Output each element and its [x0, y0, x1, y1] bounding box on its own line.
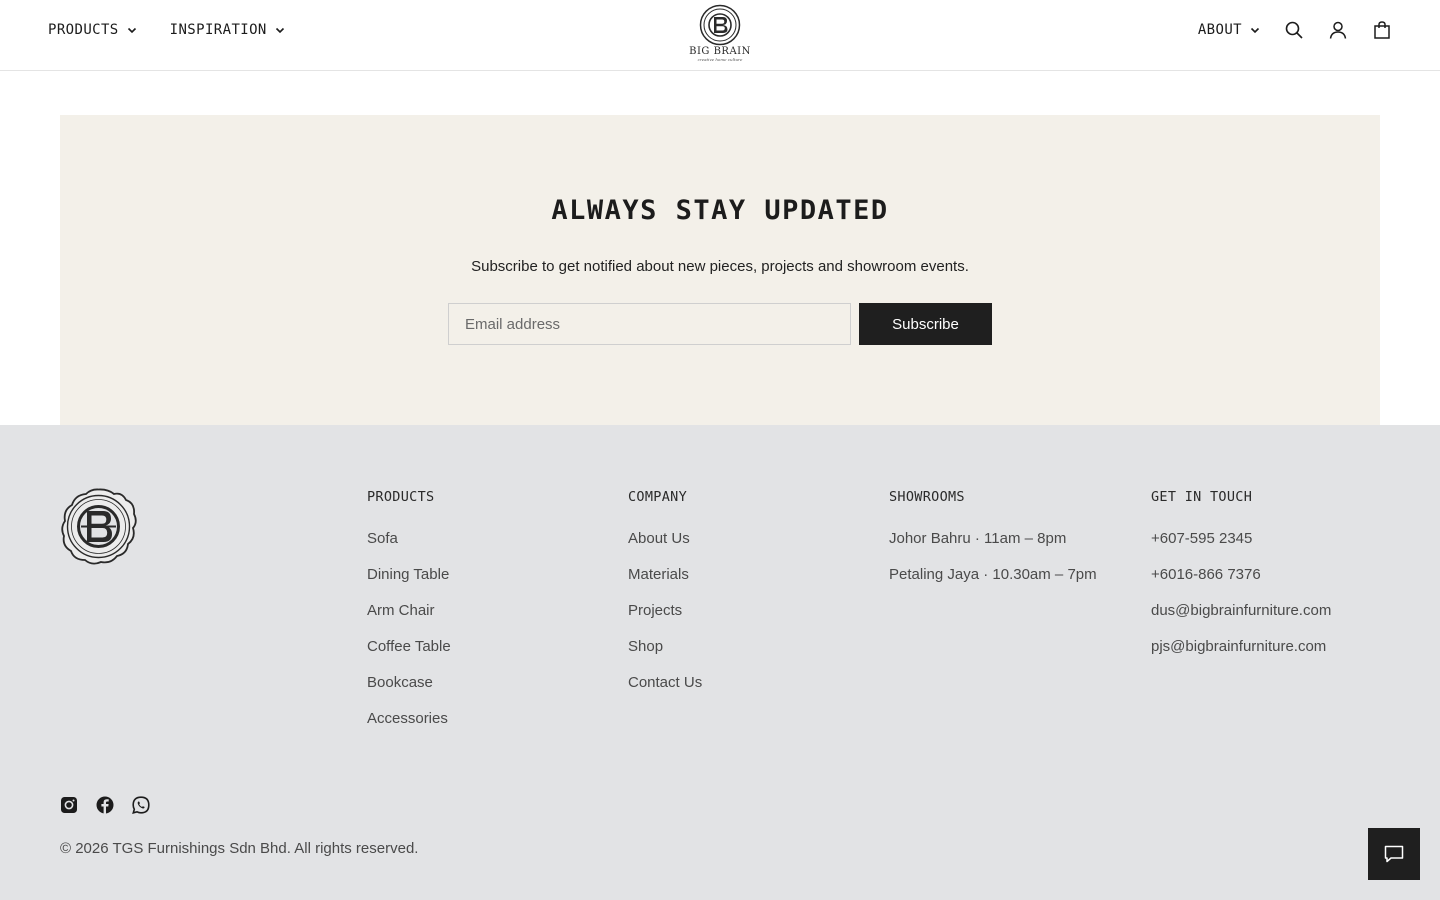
account-icon[interactable] [1328, 20, 1348, 40]
footer-column-company: COMPANY About Us Materials Projects Shop… [628, 489, 702, 711]
footer-link[interactable]: Projects [628, 602, 682, 619]
site-footer: PRODUCTS Sofa Dining Table Arm Chair Cof… [0, 425, 1440, 900]
logo-wordmark: BIG BRAIN [689, 46, 751, 57]
primary-nav: PRODUCTS INSPIRATION [48, 22, 285, 38]
footer-link[interactable]: Bookcase [367, 674, 433, 691]
chat-icon [1384, 845, 1404, 863]
footer-link[interactable]: Coffee Table [367, 638, 451, 655]
chevron-down-icon [127, 27, 136, 34]
facebook-icon[interactable] [96, 796, 114, 814]
social-links [60, 796, 150, 814]
showroom-hours: Johor Bahru · 11am – 8pm [889, 530, 1067, 547]
footer-logo-icon[interactable] [60, 488, 137, 566]
footer-column-title: SHOWROOMS [889, 489, 965, 505]
search-icon[interactable] [1284, 20, 1304, 40]
nav-inspiration[interactable]: INSPIRATION [170, 22, 285, 38]
copyright-text: © 2026 TGS Furnishings Sdn Bhd. All righ… [60, 840, 419, 857]
nav-products-label: PRODUCTS [48, 22, 119, 38]
footer-link[interactable]: Shop [628, 638, 663, 655]
footer-link[interactable]: Accessories [367, 710, 448, 727]
logo-tagline: creative home culture [697, 57, 743, 62]
phone-link[interactable]: +6016-866 7376 [1151, 566, 1261, 583]
footer-column-title: GET IN TOUCH [1151, 489, 1253, 505]
chevron-down-icon [1250, 27, 1260, 34]
footer-column-contact: GET IN TOUCH +607-595 2345 +6016-866 737… [1151, 489, 1331, 675]
email-link[interactable]: pjs@bigbrainfurniture.com [1151, 638, 1326, 655]
email-field[interactable] [448, 303, 851, 345]
showroom-hours: Petaling Jaya · 10.30am – 7pm [889, 566, 1097, 583]
cart-icon[interactable] [1372, 20, 1392, 40]
footer-column-title: PRODUCTS [367, 489, 435, 505]
subscribe-button[interactable]: Subscribe [859, 303, 992, 345]
logo-emblem-icon [699, 4, 741, 46]
utility-nav: ABOUT [1198, 20, 1392, 40]
footer-link[interactable]: Sofa [367, 530, 398, 547]
chat-button[interactable] [1368, 828, 1420, 880]
footer-link[interactable]: Dining Table [367, 566, 449, 583]
whatsapp-icon[interactable] [132, 796, 150, 814]
newsletter-section: ALWAYS STAY UPDATED Subscribe to get not… [60, 115, 1380, 425]
footer-column-products: PRODUCTS Sofa Dining Table Arm Chair Cof… [367, 489, 451, 747]
nav-about-label: ABOUT [1197, 22, 1242, 38]
email-link[interactable]: dus@bigbrainfurniture.com [1151, 602, 1331, 619]
footer-link[interactable]: Materials [628, 566, 689, 583]
footer-column-showrooms: SHOWROOMS Johor Bahru · 11am – 8pm Petal… [889, 489, 1097, 603]
footer-column-title: COMPANY [628, 489, 687, 505]
phone-link[interactable]: +607-595 2345 [1151, 530, 1252, 547]
newsletter-subtitle: Subscribe to get notified about new piec… [471, 258, 969, 275]
chevron-down-icon [275, 27, 284, 34]
newsletter-title: ALWAYS STAY UPDATED [551, 195, 889, 226]
site-header: PRODUCTS INSPIRATION BIG BRAIN creative … [0, 0, 1440, 71]
footer-link[interactable]: Contact Us [628, 674, 702, 691]
nav-about[interactable]: ABOUT [1198, 22, 1260, 38]
footer-link[interactable]: About Us [628, 530, 690, 547]
brand-logo[interactable]: BIG BRAIN creative home culture [686, 4, 754, 66]
footer-link[interactable]: Arm Chair [367, 602, 435, 619]
nav-products[interactable]: PRODUCTS [48, 22, 137, 38]
instagram-icon[interactable] [60, 796, 78, 814]
nav-inspiration-label: INSPIRATION [169, 22, 267, 38]
